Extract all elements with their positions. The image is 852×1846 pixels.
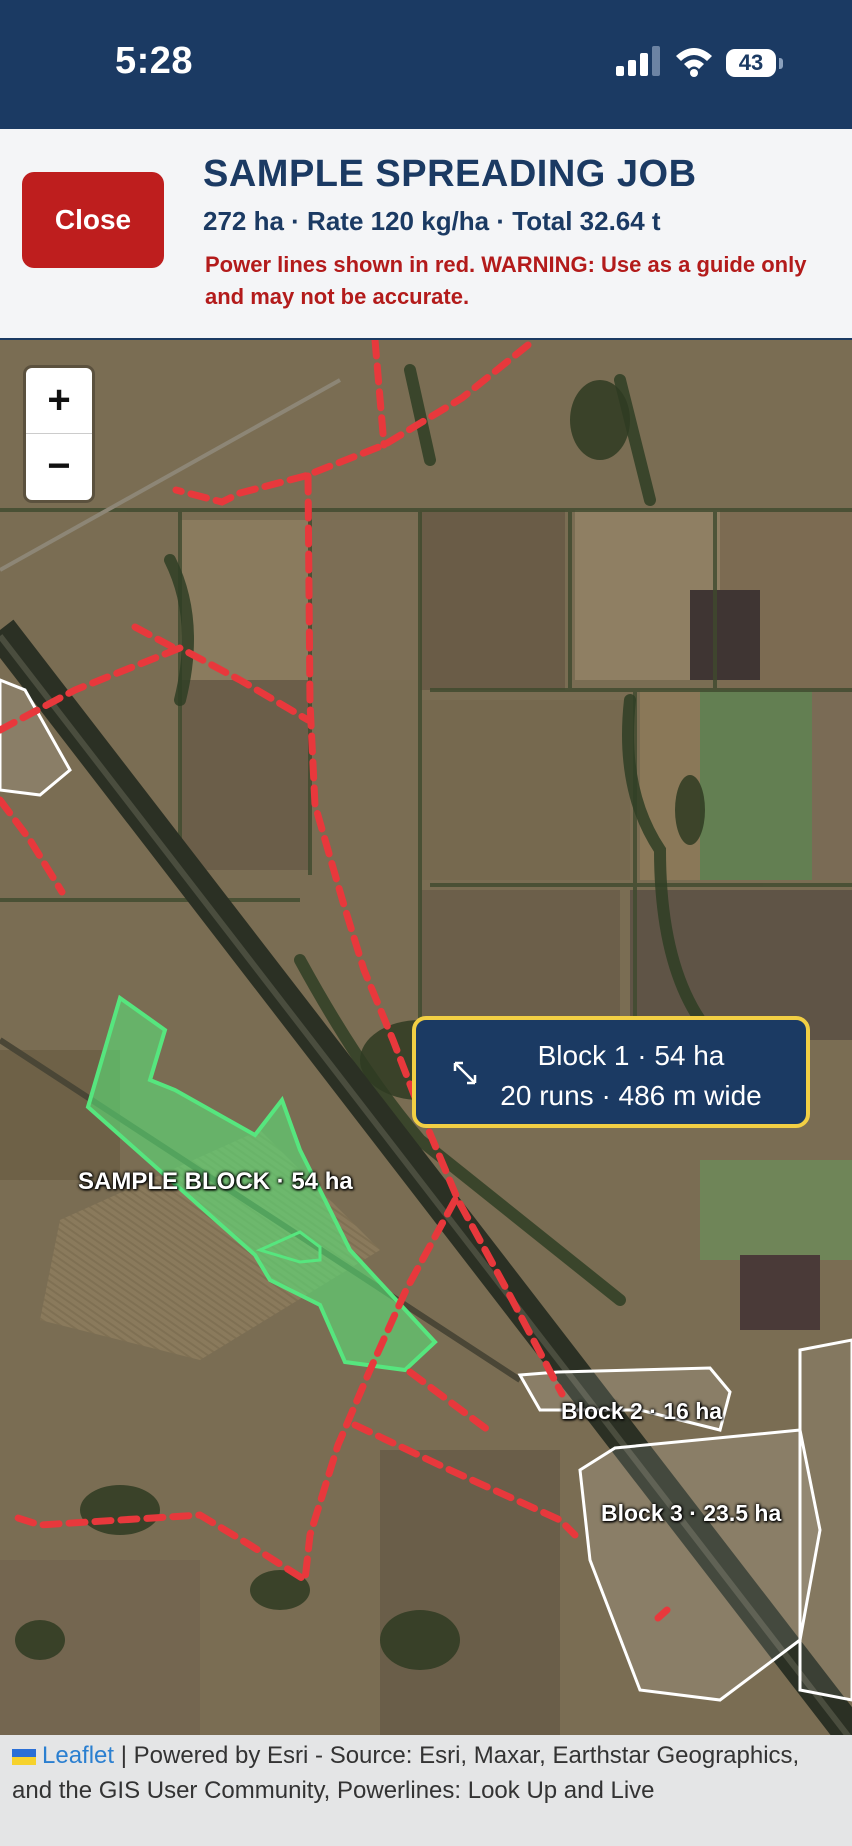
zoom-out-button[interactable]: − bbox=[26, 434, 92, 499]
block-tooltip[interactable]: Block 1 · 54 ha 20 runs · 486 m wide bbox=[412, 1016, 810, 1128]
tooltip-block-area: Block 1 · 54 ha bbox=[537, 1040, 725, 1071]
job-stats: 272 ha · Rate 120 kg/ha · Total 32.64 t bbox=[203, 206, 661, 236]
job-header: Close SAMPLE SPREADING JOB 272 ha · Rate… bbox=[0, 129, 852, 341]
battery-level: 43 bbox=[726, 49, 776, 77]
leaflet-link[interactable]: Leaflet bbox=[42, 1742, 114, 1769]
ukraine-flag-icon bbox=[12, 1748, 36, 1765]
tooltip-runs-width: 20 runs · 486 m wide bbox=[500, 1080, 762, 1111]
power-line-warning: Power lines shown in red. WARNING: Use a… bbox=[205, 252, 807, 309]
job-title: SAMPLE SPREADING JOB bbox=[203, 153, 697, 195]
zoom-control: + − bbox=[26, 368, 92, 500]
map-attribution: Leaflet | Powered by Esri - Source: Esri… bbox=[0, 1735, 852, 1846]
zoom-in-button[interactable]: + bbox=[26, 368, 92, 433]
battery-icon: 43 bbox=[726, 49, 784, 79]
attribution-text: | Powered by Esri - Source: Esri, Maxar,… bbox=[12, 1742, 800, 1804]
block2-label: Block 2 · 16 ha bbox=[561, 1398, 723, 1424]
block3-label: Block 3 · 23.5 ha bbox=[601, 1500, 782, 1526]
wifi-icon bbox=[676, 48, 712, 77]
close-button[interactable]: Close bbox=[22, 172, 164, 268]
status-bar: 5:28 43 bbox=[0, 0, 852, 129]
sample-block-label: SAMPLE BLOCK · 54 ha bbox=[78, 1168, 353, 1195]
status-time: 5:28 bbox=[115, 40, 194, 82]
cellular-signal-icon bbox=[616, 46, 660, 76]
